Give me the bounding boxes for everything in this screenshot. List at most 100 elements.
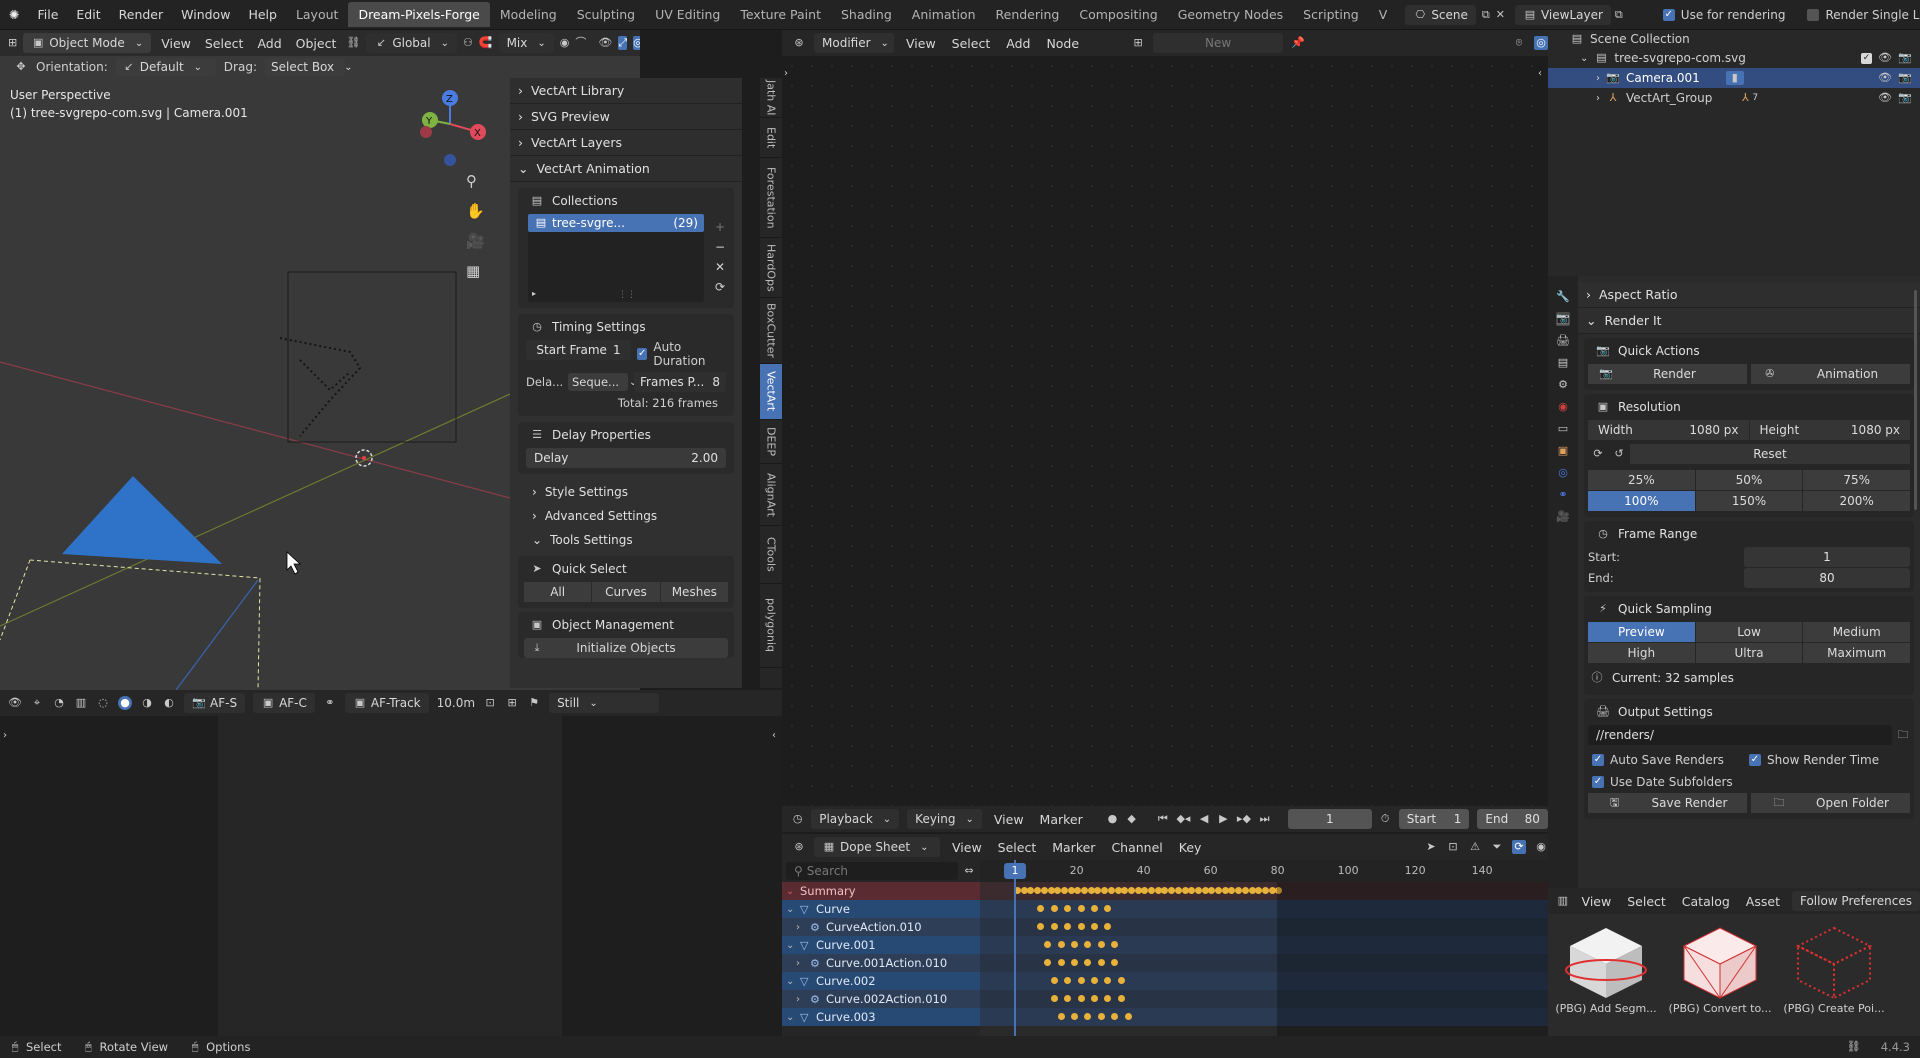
undo-resolution-icon[interactable]: ↺ <box>1609 447 1629 461</box>
keyframe-marker[interactable] <box>1077 923 1085 930</box>
node-overlay-icon[interactable]: ◎ <box>1534 36 1548 50</box>
dopesheet-channel-row[interactable]: ⌄ Summary <box>782 882 980 900</box>
tab-rendering[interactable]: Rendering <box>986 2 1070 27</box>
render-button[interactable]: 📷 Render <box>1588 364 1747 384</box>
dopesheet-channel-row[interactable]: › ⚙ Curve.002Action.010 <box>782 990 980 1008</box>
render-it-section[interactable]: ⌄ Render It <box>1578 308 1920 334</box>
playback-dropdown[interactable]: Playback <box>811 809 900 829</box>
keyframe-marker[interactable] <box>1064 923 1072 930</box>
falloff-icon[interactable]: ⌒ <box>575 36 586 50</box>
view-layer-tab-icon[interactable]: ▤ <box>1556 356 1570 370</box>
camera-visibility-icon[interactable]: 👁 <box>1878 71 1892 85</box>
timeline-start-field[interactable]: Start 1 <box>1398 809 1470 829</box>
focus-distance-value[interactable]: 10.0m <box>437 696 475 710</box>
tracking-icon[interactable]: ⚭ <box>323 696 337 710</box>
dopesheet-keys-area[interactable]: 20 40 60 80 100 120 140 1 <box>980 860 1548 1036</box>
camera-data-icon[interactable]: ▮ <box>1725 71 1744 85</box>
pan-hand-icon[interactable]: ✋ <box>466 202 485 220</box>
asset-tile[interactable]: (PBG) Create Poi... <box>1783 922 1885 1028</box>
keyframe-marker[interactable] <box>1077 995 1085 1002</box>
keyframe-marker[interactable] <box>1097 941 1105 948</box>
list-resize-handle[interactable]: ⋮⋮ <box>618 290 636 300</box>
overlay-footer-icon[interactable]: ◔ <box>52 696 66 710</box>
expand-left-icon[interactable]: › <box>3 730 7 741</box>
new-node-tree-button[interactable]: New <box>1153 33 1284 53</box>
asset-menu-view[interactable]: View <box>1578 894 1616 909</box>
snap-icon[interactable]: 🧲 <box>479 36 493 50</box>
node-snap-icon[interactable]: ⌾ <box>1512 36 1526 50</box>
chevron-right-icon[interactable]: › <box>796 958 810 969</box>
keyframe-marker[interactable] <box>1064 995 1072 1002</box>
node-menu-add[interactable]: Add <box>1002 36 1034 51</box>
timeline-menu-marker[interactable]: Marker <box>1036 812 1087 827</box>
select-all-button[interactable]: All <box>524 582 592 602</box>
keyframe-marker[interactable] <box>1070 959 1078 966</box>
auto-duration-checkbox[interactable]: ✓ <box>637 348 648 360</box>
blender-logo-icon[interactable]: ✺ <box>0 7 28 22</box>
channel-search-input[interactable]: ⚲ Search <box>786 862 958 880</box>
outliner-scene-collection[interactable]: ▤ Scene Collection <box>1548 30 1920 48</box>
jump-end-icon[interactable]: ⏭ <box>1259 812 1270 826</box>
constraints-tab-icon[interactable]: ⚭ <box>1556 488 1570 502</box>
keyframe-marker[interactable] <box>1111 959 1119 966</box>
outliner-collection-row[interactable]: ⌄ ▤ tree-svgrepo-com.svg ✓ 👁 📷 <box>1548 48 1920 68</box>
dopesheet-channel-row[interactable]: › ⚙ Curve.001Action.010 <box>782 954 980 972</box>
chevron-down-icon[interactable]: ⌄ <box>786 976 800 987</box>
viewport-menu-object[interactable]: Object <box>292 36 341 51</box>
aspect-ratio-section[interactable]: › Aspect Ratio <box>1578 282 1920 308</box>
vtab-alignart[interactable]: AlignArt <box>760 464 782 526</box>
collection-exclude-checkbox[interactable]: ✓ <box>1861 52 1872 64</box>
keyframe-marker[interactable] <box>1104 995 1112 1002</box>
tab-compositing[interactable]: Compositing <box>1069 2 1167 27</box>
keyframe-marker[interactable] <box>1104 977 1112 984</box>
keyframe-marker[interactable] <box>1107 887 1115 894</box>
new-view-layer-icon[interactable]: ⧉ <box>1615 8 1623 22</box>
keyframe-marker[interactable] <box>1057 1013 1065 1020</box>
show-hidden-icon[interactable]: ⊡ <box>1446 840 1460 854</box>
keyframe-marker[interactable] <box>1084 941 1092 948</box>
render-single-layer-checkbox[interactable] <box>1807 8 1820 21</box>
snap-footer-icon[interactable]: ⌖ <box>30 696 44 710</box>
keyframe-marker[interactable] <box>1104 923 1112 930</box>
viewport-menu-add[interactable]: Add <box>253 36 285 51</box>
vtab-forestation[interactable]: Forestation <box>760 158 782 238</box>
playhead-badge[interactable]: 1 <box>1004 863 1026 879</box>
frame-ruler[interactable]: 20 40 60 80 100 120 140 <box>980 860 1548 882</box>
still-dropdown[interactable]: Still <box>549 693 660 713</box>
scale-200-button[interactable]: 200% <box>1803 491 1911 511</box>
tools-settings-row[interactable]: ⌄ Tools Settings <box>510 528 742 552</box>
move-tool-icon[interactable]: ✥ <box>14 60 28 74</box>
open-folder-button[interactable]: 🗀 Open Folder <box>1751 793 1910 813</box>
keyframe-marker[interactable] <box>1037 905 1045 912</box>
tab-scripting[interactable]: Scripting <box>1293 2 1369 27</box>
next-key-icon[interactable]: ▸◆ <box>1237 812 1251 826</box>
keyframe-marker[interactable] <box>1241 887 1249 894</box>
mix-dropdown[interactable]: Mix <box>498 33 554 53</box>
grid-view-icon[interactable]: ▦ <box>466 262 485 280</box>
delay-field[interactable]: Delay 2.00 <box>526 448 726 468</box>
tab-more[interactable]: V <box>1369 2 1398 27</box>
keyframe-marker[interactable] <box>1050 905 1058 912</box>
keyframe-marker[interactable] <box>1111 941 1119 948</box>
pivot-icon[interactable]: ⚇ <box>463 36 473 50</box>
transform-orientation-dropdown[interactable]: ↙ Global <box>366 33 457 53</box>
play-reverse-icon[interactable]: ◀ <box>1198 812 1209 826</box>
date-subfolders-checkbox[interactable]: ✓ <box>1592 776 1604 788</box>
play-icon[interactable]: ▶ <box>1218 812 1229 826</box>
keyframe-marker[interactable] <box>1050 995 1058 1002</box>
view-layer-selector[interactable]: ▤ ViewLayer <box>1514 4 1611 25</box>
select-meshes-button[interactable]: Meshes <box>660 582 728 602</box>
section-svg-preview[interactable]: › SVG Preview <box>510 104 742 130</box>
scale-25-button[interactable]: 25% <box>1588 470 1695 490</box>
shading-solid-icon[interactable]: ● <box>118 696 132 710</box>
chevron-down-icon[interactable]: ⌄ <box>786 940 800 951</box>
record-icon[interactable]: ● <box>1107 812 1118 826</box>
dopesheet-channel-row[interactable]: ⌄ ▽ Curve <box>782 900 980 918</box>
keyframe-marker[interactable] <box>1148 887 1155 894</box>
keyframe-marker[interactable] <box>1084 959 1092 966</box>
width-field[interactable]: Width 1080 px <box>1588 420 1749 440</box>
visibility-icon[interactable]: 👁 <box>598 36 612 50</box>
keyframe-marker[interactable] <box>1057 959 1065 966</box>
node-menu-node[interactable]: Node <box>1042 36 1083 51</box>
keyframe-marker[interactable] <box>1064 905 1072 912</box>
